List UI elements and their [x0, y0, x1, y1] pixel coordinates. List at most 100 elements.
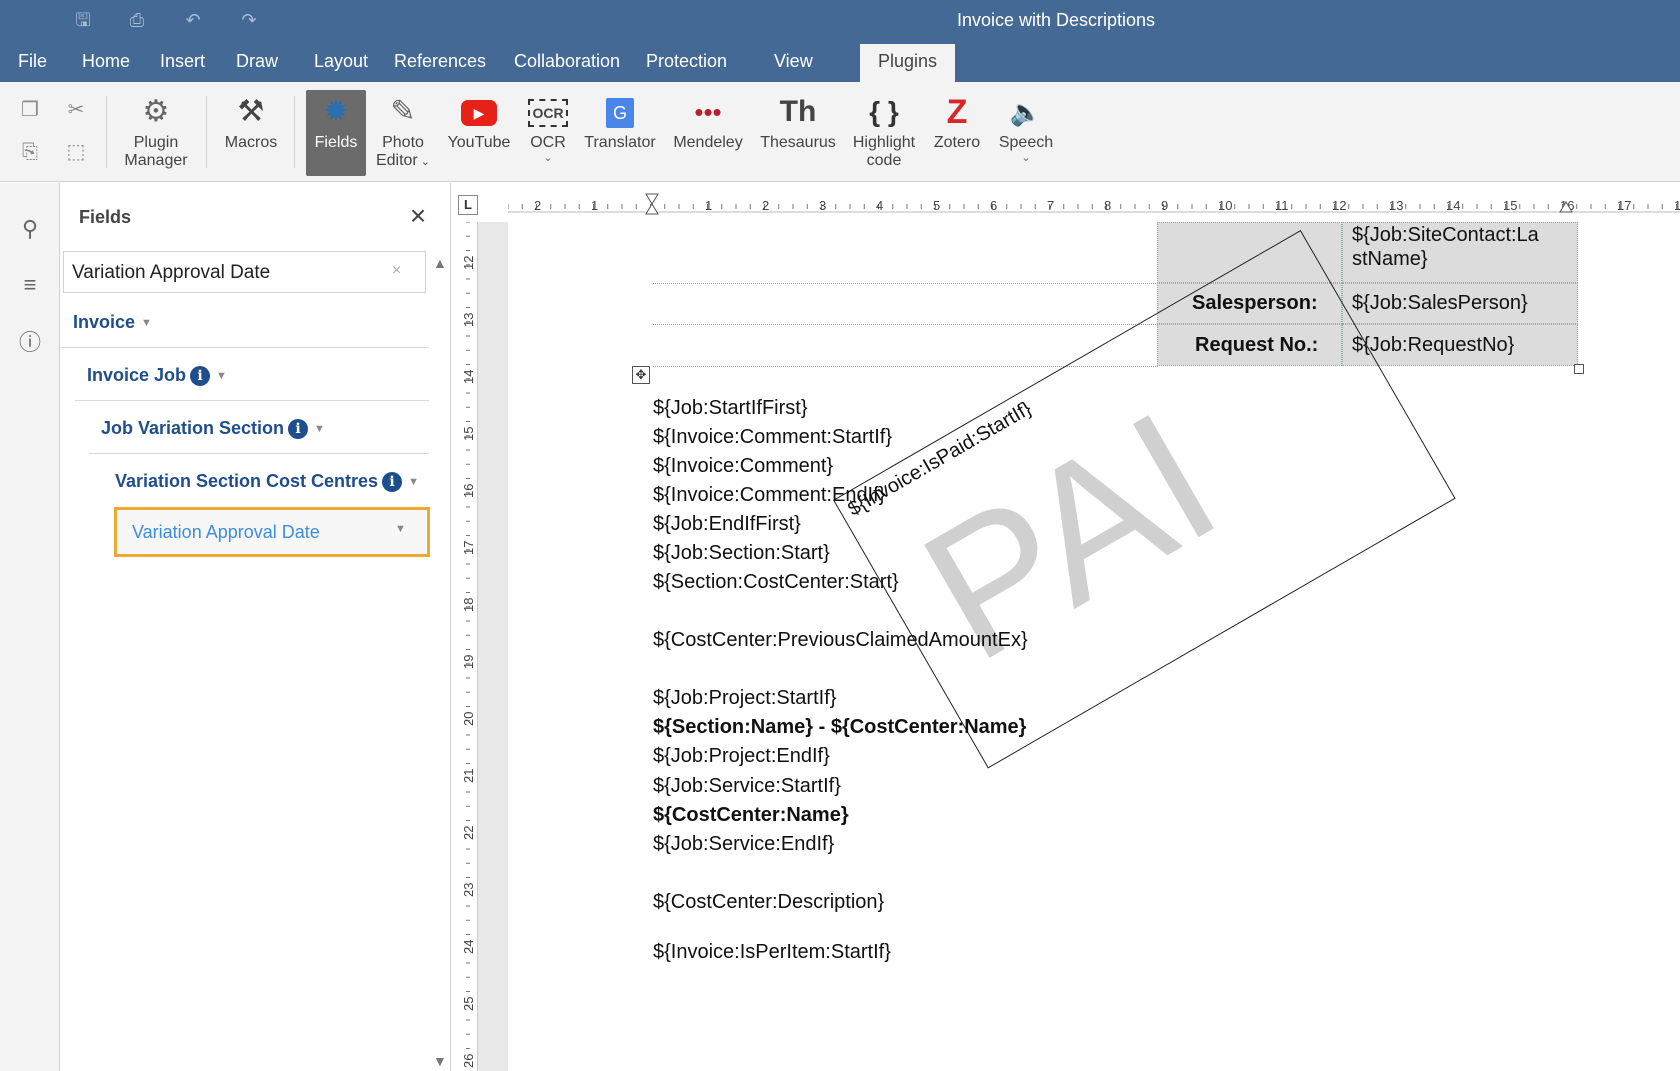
translator-button[interactable]: G Translator — [580, 90, 660, 176]
scroll-up-icon[interactable]: ▲ — [433, 255, 447, 271]
speech-button[interactable]: 🔈 Speech ⌄ — [994, 90, 1058, 176]
fields-search-input[interactable] — [72, 260, 372, 286]
request-number-field: ${Job:RequestNo} — [1352, 334, 1515, 356]
doc-line: ${CostCenter:PreviousClaimedAmountEx} — [653, 629, 1028, 651]
tab-stop-selector[interactable]: L — [458, 195, 478, 215]
macros-button[interactable]: ⚒ Macros — [216, 90, 286, 176]
select-all-icon[interactable]: ⬚ — [62, 138, 90, 166]
selected-field-variation-approval-date[interactable]: Variation Approval Date ▼ — [114, 507, 430, 557]
ruler-label: 16 — [461, 484, 476, 498]
cut-icon[interactable]: ✂ — [62, 96, 90, 124]
plugin-manager-button[interactable]: ⚙ Plugin Manager — [114, 90, 198, 176]
tree-item-label: Invoice — [73, 312, 136, 332]
copy-icon[interactable]: ❐ — [16, 96, 44, 124]
highlight-label-1: Highlight — [852, 134, 916, 151]
vertical-ruler[interactable]: 12 13 14 15 16 17 18 19 20 21 22 23 24 25 26 — [458, 221, 478, 1071]
clear-search-icon[interactable]: × — [392, 262, 414, 284]
menu-view[interactable]: View — [762, 44, 825, 82]
horizontal-ruler[interactable]: 21123456789101112131415161718 — [507, 192, 1680, 220]
zotero-icon: Z — [946, 93, 968, 131]
ruler-label: 3 — [819, 198, 826, 213]
navigation-icon[interactable]: ≡ — [16, 271, 44, 299]
ruler-label: 1 — [705, 198, 712, 213]
table-resize-handle[interactable] — [1574, 364, 1584, 374]
fields-panel-title: Fields — [79, 207, 132, 227]
ruler-label: 26 — [461, 1054, 476, 1068]
info-icon[interactable]: i — [288, 419, 309, 439]
doc-line: ${Section:CostCenter:Start} — [653, 571, 899, 593]
mendeley-label: Mendeley — [673, 134, 743, 151]
fields-plugin-icon: ✹ — [323, 95, 349, 128]
menu-file[interactable]: File — [6, 44, 59, 82]
thesaurus-button[interactable]: Th Thesaurus — [756, 90, 840, 176]
paste-icon[interactable]: ⎘ — [16, 138, 44, 166]
tree-item-invoice[interactable]: Invoice ▼ — [61, 298, 429, 348]
ribbon-separator — [206, 96, 207, 168]
ruler-label: 14 — [461, 370, 476, 384]
doc-line: ${CostCenter:Name} — [653, 804, 849, 826]
caret-down-icon[interactable]: ▼ — [141, 317, 152, 329]
ruler-label: 25 — [461, 997, 476, 1011]
tree-item-label: Job Variation Section — [101, 418, 285, 438]
close-icon[interactable]: × — [403, 201, 433, 231]
translate-icon: G — [580, 90, 660, 134]
doc-line: ${Section:Name} - ${CostCenter:Name} — [653, 716, 1027, 738]
doc-line: ${CostCenter:Description} — [653, 891, 885, 913]
menu-references[interactable]: References — [382, 44, 498, 82]
ocr-button[interactable]: OCR OCR ⌄ — [522, 90, 574, 176]
photo-editor-button[interactable]: ✎ Photo Editor ⌄ — [372, 90, 434, 176]
caret-down-icon[interactable]: ▼ — [408, 476, 419, 488]
tree-item-invoice-job[interactable]: Invoice Job i ▼ — [75, 351, 429, 401]
info-icon[interactable]: i — [382, 472, 403, 492]
ruler-label: 15 — [1503, 198, 1517, 213]
menu-layout[interactable]: Layout — [302, 44, 380, 82]
ruler-label: 11 — [1275, 198, 1289, 213]
menu-draw[interactable]: Draw — [224, 44, 290, 82]
menu-bar: File Home Insert Draw Layout References … — [0, 44, 1680, 82]
ocr-label: OCR — [530, 134, 566, 151]
highlight-code-button[interactable]: { } Highlight code — [848, 90, 920, 176]
fields-search-box: × — [63, 251, 426, 293]
info-icon[interactable]: ⓘ — [16, 329, 44, 357]
tree-item-job-variation-section[interactable]: Job Variation Section i ▼ — [89, 404, 429, 454]
caret-down-icon[interactable]: ▼ — [216, 370, 227, 382]
highlight-label-2: code — [866, 152, 902, 169]
mendeley-button[interactable]: ••• Mendeley — [670, 90, 746, 176]
menu-protection[interactable]: Protection — [634, 44, 739, 82]
zotero-button[interactable]: Z Zotero — [928, 90, 986, 176]
ruler-label: 23 — [461, 883, 476, 897]
ruler-label: 19 — [461, 655, 476, 669]
scroll-down-icon[interactable]: ▼ — [433, 1053, 447, 1069]
youtube-icon: ▶ — [444, 90, 514, 134]
caret-down-icon[interactable]: ▼ — [314, 423, 325, 435]
menu-collaboration[interactable]: Collaboration — [502, 44, 632, 82]
photo-editor-label-1: Photo — [382, 134, 424, 151]
ruler-label: 14 — [1446, 198, 1460, 213]
puzzle-icon: ⚙ — [142, 95, 170, 128]
site-contact-field: ${Job:SiteContact:La — [1352, 224, 1539, 246]
menu-insert[interactable]: Insert — [148, 44, 217, 82]
doc-line: ${Invoice:Comment} — [653, 455, 834, 477]
menu-plugins[interactable]: Plugins — [860, 44, 956, 82]
caret-down-icon[interactable]: ▼ — [395, 523, 406, 535]
doc-line: ${Invoice:Comment:EndIf} — [653, 484, 886, 506]
youtube-button[interactable]: ▶ YouTube — [444, 90, 514, 176]
info-icon[interactable]: i — [190, 366, 211, 386]
table-move-handle-icon[interactable]: ✥ — [632, 366, 650, 384]
menu-home[interactable]: Home — [70, 44, 142, 82]
ruler-label: 5 — [933, 198, 940, 213]
plugin-manager-label: Plugin Manager — [124, 134, 188, 169]
ruler-label: 1 — [591, 198, 598, 213]
fields-button[interactable]: ✹ Fields — [306, 90, 366, 176]
chevron-down-icon: ⌄ — [543, 152, 553, 164]
ribbon-separator — [294, 96, 295, 168]
tools-icon: ⚒ — [237, 95, 265, 128]
selected-field-label: Variation Approval Date — [132, 522, 320, 542]
doc-line: ${Job:Service:EndIf} — [653, 833, 835, 855]
search-icon[interactable]: ⚲ — [16, 215, 44, 243]
tree-item-variation-section-cost-centres[interactable]: Variation Section Cost Centres i ▼ — [103, 457, 429, 507]
ruler-label: 18 — [461, 598, 476, 612]
tree-item-label: Invoice Job — [87, 365, 187, 385]
doc-line: ${Job:StartIfFirst} — [653, 397, 808, 419]
ruler-label: 17 — [1617, 198, 1631, 213]
